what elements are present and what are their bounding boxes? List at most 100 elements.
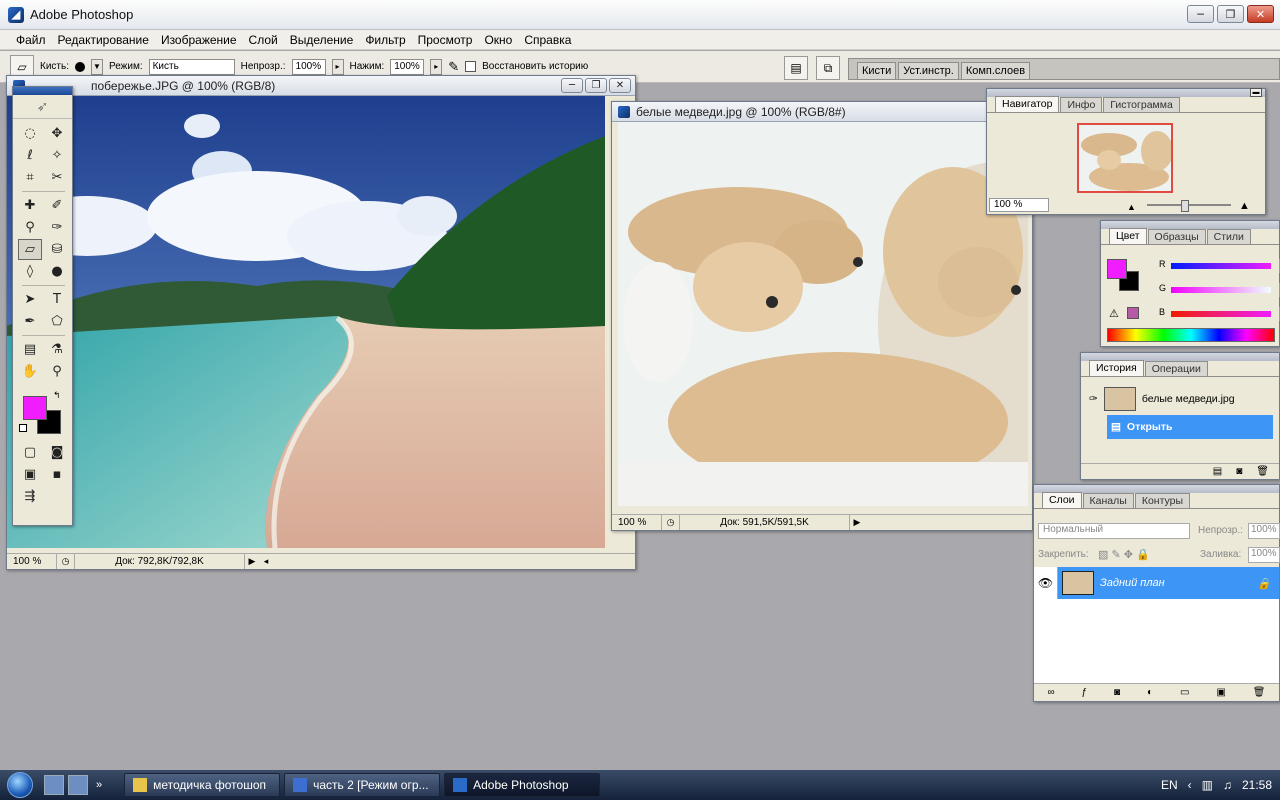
crop-tool-icon[interactable]: ⌗: [18, 167, 42, 188]
history-brush-tool-icon[interactable]: ✑: [45, 217, 69, 238]
tab-color[interactable]: Цвет: [1109, 228, 1147, 244]
history-snapshot[interactable]: ✑ белые медведи.jpg: [1085, 387, 1273, 411]
default-colors-icon[interactable]: [19, 424, 27, 432]
r-slider[interactable]: [1171, 263, 1271, 269]
lasso-tool-icon[interactable]: ℓ: [18, 145, 42, 166]
mode-select[interactable]: Кисть: [148, 58, 235, 75]
layer-mask-icon[interactable]: ◙: [1114, 687, 1120, 698]
delete-layer-icon[interactable]: 🗑: [1253, 687, 1266, 698]
history-brush-source-icon[interactable]: ✑: [1089, 393, 1098, 405]
dock-tab-brushes[interactable]: Кисти: [857, 62, 897, 79]
tab-navigator[interactable]: Навигатор: [995, 96, 1060, 112]
doc-restore-button[interactable]: ❐: [585, 78, 607, 93]
restore-history-checkbox[interactable]: [465, 61, 477, 72]
tray-expand-icon[interactable]: ‹: [1188, 778, 1192, 792]
visibility-eye-icon[interactable]: 👁: [1034, 567, 1058, 599]
b-slider[interactable]: [1171, 311, 1271, 317]
quicklaunch-desktop-icon[interactable]: [68, 775, 88, 795]
status-menu-arrow[interactable]: ▶: [245, 556, 259, 567]
language-indicator[interactable]: EN: [1161, 778, 1178, 792]
delete-state-icon[interactable]: 🗑: [1256, 466, 1269, 477]
g-slider[interactable]: [1171, 287, 1271, 293]
panel-minimize-button[interactable]: ▬: [1250, 88, 1262, 97]
layer-selected[interactable]: Задний план 🔒: [1058, 567, 1279, 599]
tab-history[interactable]: История: [1089, 360, 1144, 376]
taskbar-item-photoshop[interactable]: Adobe Photoshop: [444, 773, 601, 797]
screen-mode-full-icon[interactable]: ▪: [45, 464, 69, 485]
gamut-color-swatch[interactable]: [1127, 307, 1139, 319]
navigator-zoom-slider[interactable]: [1147, 204, 1231, 206]
healing-brush-tool-icon[interactable]: ✚: [18, 195, 42, 216]
adjustment-layer-icon[interactable]: ◐: [1147, 687, 1153, 698]
zoom-field[interactable]: 100 %: [612, 515, 662, 530]
notes-tool-icon[interactable]: ▤: [18, 339, 42, 360]
foreground-color-swatch[interactable]: [23, 396, 47, 420]
color-fg-swatch[interactable]: [1107, 259, 1127, 279]
jump-imageready-icon[interactable]: ⇶: [18, 486, 42, 507]
minimize-button[interactable]: ─: [1187, 5, 1214, 23]
photoshop-feather-icon[interactable]: ➶: [13, 95, 72, 119]
lock-icons[interactable]: ▧ ✎ ✥ 🔒: [1098, 548, 1150, 561]
doc-close-button[interactable]: ✕: [609, 78, 631, 93]
clone-stamp-tool-icon[interactable]: ⚲: [18, 217, 42, 238]
status-nav-icon[interactable]: ◷: [662, 515, 680, 530]
volume-icon[interactable]: ♫: [1223, 778, 1232, 792]
type-tool-icon[interactable]: T: [45, 289, 69, 310]
shape-tool-icon[interactable]: ⬠: [45, 311, 69, 332]
magic-wand-tool-icon[interactable]: ✧: [45, 145, 69, 166]
opacity-arrow[interactable]: ▸: [331, 58, 344, 75]
navigator-preview[interactable]: [1077, 123, 1173, 193]
clock[interactable]: 21:58: [1242, 778, 1272, 792]
network-icon[interactable]: ▥: [1202, 778, 1213, 792]
bears-canvas[interactable]: [618, 122, 1028, 506]
close-button[interactable]: ✕: [1247, 5, 1274, 23]
menu-filter[interactable]: Фильтр: [359, 33, 411, 47]
gamut-warning-icon[interactable]: ⚠: [1109, 307, 1119, 320]
new-snapshot-icon[interactable]: ◙: [1236, 466, 1242, 477]
tab-paths[interactable]: Контуры: [1134, 493, 1191, 508]
menu-help[interactable]: Справка: [518, 33, 577, 47]
slice-tool-icon[interactable]: ✂: [45, 167, 69, 188]
tab-swatches[interactable]: Образцы: [1147, 229, 1206, 244]
zoom-tool-icon[interactable]: ⚲: [45, 361, 69, 382]
blur-tool-icon[interactable]: ◊: [18, 261, 42, 282]
menu-select[interactable]: Выделение: [284, 33, 360, 47]
flow-arrow[interactable]: ▸: [430, 58, 443, 75]
eraser-tool-icon[interactable]: ▱: [18, 239, 42, 260]
path-selection-tool-icon[interactable]: ➤: [18, 289, 42, 310]
blend-mode-select[interactable]: Нормальный: [1038, 523, 1190, 539]
navigator-zoom-field[interactable]: 100 %: [989, 198, 1049, 212]
quick-mask-mode-icon[interactable]: ◙: [45, 442, 69, 463]
fill-input[interactable]: 100%: [1248, 547, 1280, 563]
tab-styles[interactable]: Стили: [1206, 229, 1251, 244]
pen-tool-icon[interactable]: ✒: [18, 311, 42, 332]
tab-channels[interactable]: Каналы: [1082, 493, 1134, 508]
flow-input[interactable]: 100%: [390, 58, 425, 75]
dodge-tool-icon[interactable]: ●: [45, 261, 69, 282]
new-layer-icon[interactable]: ▣: [1216, 687, 1225, 698]
zoom-field[interactable]: 100 %: [7, 554, 57, 569]
zoom-out-icon[interactable]: ▲: [1127, 202, 1136, 212]
menu-file[interactable]: Файл: [10, 33, 52, 47]
quicklaunch-overflow-icon[interactable]: »: [96, 779, 102, 791]
file-browser-icon[interactable]: ▤: [784, 56, 808, 80]
status-menu-arrow[interactable]: ▶: [850, 517, 864, 528]
status-nav-icon[interactable]: ◷: [57, 554, 75, 569]
move-tool-icon[interactable]: ✥: [45, 123, 69, 144]
opacity-input[interactable]: 100%: [291, 58, 326, 75]
color-spectrum-bar[interactable]: [1107, 328, 1275, 342]
menu-layer[interactable]: Слой: [243, 33, 284, 47]
dock-tab-tool-presets[interactable]: Уст.инстр.: [898, 62, 959, 79]
quicklaunch-explorer-icon[interactable]: [44, 775, 64, 795]
zoom-in-icon[interactable]: ▲: [1239, 200, 1250, 212]
marquee-tool-icon[interactable]: ◌: [18, 123, 42, 144]
airbrush-icon[interactable]: ✎: [448, 59, 459, 75]
brush-tool-icon[interactable]: ✐: [45, 195, 69, 216]
link-layers-icon[interactable]: ∞: [1047, 687, 1054, 698]
screen-mode-standard-icon[interactable]: ▣: [18, 464, 42, 485]
menu-image[interactable]: Изображение: [155, 33, 243, 47]
history-step-open[interactable]: ▤ Открыть: [1107, 415, 1273, 439]
brush-dropdown-arrow[interactable]: ▼: [90, 58, 103, 75]
restore-button[interactable]: ❐: [1217, 5, 1244, 23]
layer-row-background[interactable]: 👁 Задний план 🔒: [1034, 567, 1279, 599]
